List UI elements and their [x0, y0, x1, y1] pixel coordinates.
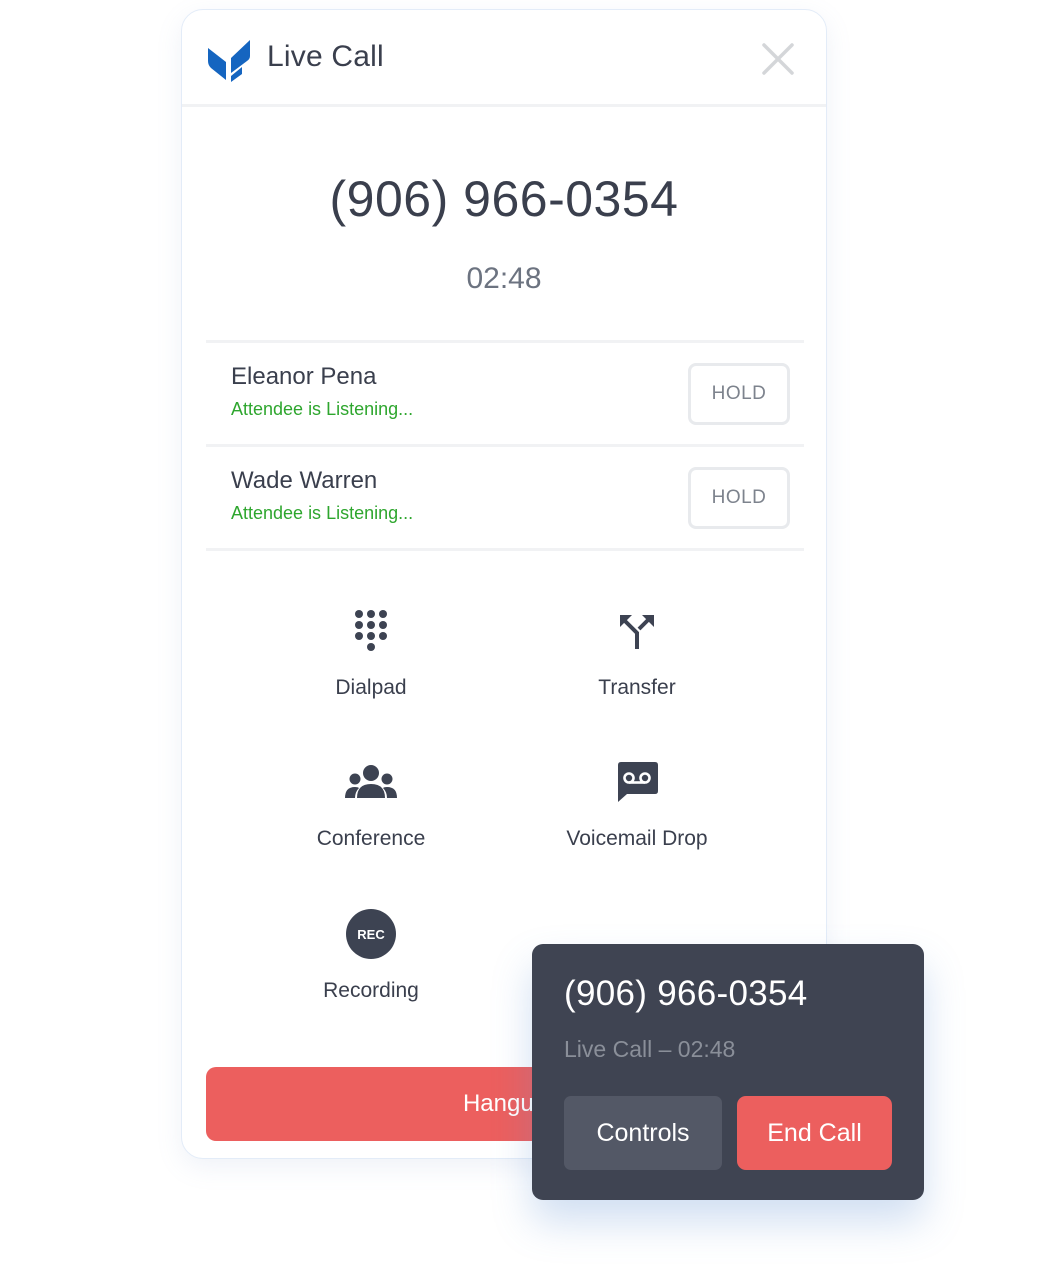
close-icon[interactable] [760, 41, 796, 77]
transfer-icon [620, 615, 654, 649]
hold-button[interactable]: HOLD [688, 363, 790, 425]
call-duration: 02:48 [466, 262, 542, 295]
record-icon: REC [346, 909, 396, 959]
brand-logo-icon [208, 40, 250, 82]
voicemail-icon [618, 762, 658, 802]
recording-label: Recording [323, 979, 419, 1002]
panel-title: Live Call [267, 40, 384, 73]
controls-button[interactable]: Controls [564, 1096, 722, 1170]
attendee-row: Wade Warren Attendee is Listening... HOL… [206, 447, 804, 547]
voicemail-drop-button[interactable]: Voicemail Drop [507, 755, 767, 851]
mini-phone-number: (906) 966-0354 [564, 974, 808, 1013]
caller-phone-number: (906) 966-0354 [329, 171, 679, 227]
attendee-status: Attendee is Listening... [231, 399, 414, 419]
dialpad-button[interactable]: Dialpad [241, 604, 501, 700]
attendee-status: Attendee is Listening... [231, 503, 414, 523]
voicemail-drop-label: Voicemail Drop [566, 827, 708, 850]
divider [206, 548, 804, 551]
attendee-name: Eleanor Pena [231, 363, 377, 390]
panel-header: Live Call [182, 10, 826, 107]
conference-label: Conference [316, 827, 426, 850]
dialpad-label: Dialpad [335, 676, 407, 699]
conference-icon [345, 765, 397, 798]
hold-button[interactable]: HOLD [688, 467, 790, 529]
dialpad-icon [355, 610, 387, 651]
attendee-row: Eleanor Pena Attendee is Listening... HO… [206, 343, 804, 443]
mini-call-widget: (906) 966-0354 Live Call – 02:48 Control… [532, 944, 924, 1200]
recording-button[interactable]: REC Recording [241, 907, 501, 1003]
attendee-name: Wade Warren [231, 467, 378, 494]
mini-call-status: Live Call – 02:48 [564, 1036, 736, 1062]
transfer-label: Transfer [598, 676, 676, 699]
transfer-button[interactable]: Transfer [507, 604, 767, 700]
end-call-button[interactable]: End Call [737, 1096, 892, 1170]
conference-button[interactable]: Conference [241, 755, 501, 851]
